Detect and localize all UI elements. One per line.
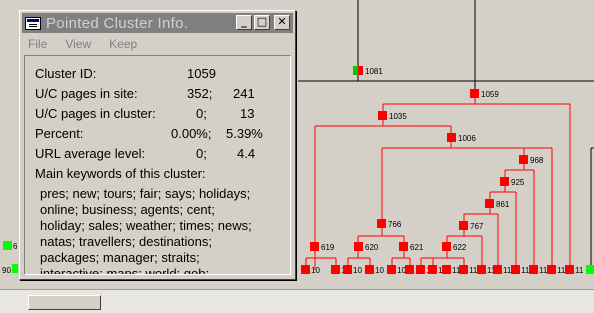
keywords-line-1: pres; new; tours; fair; says; holidays; bbox=[40, 186, 251, 201]
pages-site-label: U/C pages in site: bbox=[35, 86, 138, 101]
node-620[interactable]: 620 bbox=[354, 242, 379, 252]
leaf-label: 10 bbox=[311, 266, 320, 275]
url-level-c: 4.4 bbox=[237, 146, 256, 161]
minimize-button[interactable]: _ bbox=[236, 15, 252, 30]
leaf-node[interactable]: 11 bbox=[442, 265, 461, 275]
svg-text:766: 766 bbox=[388, 220, 402, 229]
svg-text:767: 767 bbox=[470, 222, 484, 231]
cluster-tree-edges bbox=[305, 94, 571, 270]
leaf-label: 11 bbox=[575, 266, 584, 275]
pages-site-c: 241 bbox=[233, 86, 255, 101]
node-861[interactable]: 861 bbox=[485, 199, 510, 209]
svg-text:621: 621 bbox=[410, 243, 424, 252]
leaf-node[interactable]: 11 bbox=[565, 265, 584, 275]
pages-cluster-row: U/C pages in cluster: 0; 13 bbox=[35, 106, 290, 126]
url-level-label: URL average level: bbox=[35, 146, 146, 161]
cluster-id-row: Cluster ID: 1059 bbox=[35, 66, 290, 86]
right-edge-node[interactable] bbox=[586, 265, 594, 274]
leaf-label: 10 bbox=[353, 266, 362, 275]
keywords-line-4: natas; travellers; destinations; bbox=[40, 234, 212, 249]
svg-text:6: 6 bbox=[13, 242, 18, 251]
node-621[interactable]: 621 bbox=[399, 242, 424, 252]
node-968[interactable]: 968 bbox=[519, 155, 544, 165]
node-925[interactable]: 925 bbox=[500, 177, 525, 187]
keywords-line-3: holiday; sales; weather; times; news; bbox=[40, 218, 252, 233]
left-node-a[interactable]: 6 bbox=[3, 241, 18, 251]
keywords-line-2: online; business; agents; cent; bbox=[40, 202, 215, 217]
leaf-label: 11 bbox=[539, 266, 548, 275]
window-title: Pointed Cluster Info. bbox=[46, 14, 189, 32]
close-button[interactable]: ✕ bbox=[274, 15, 290, 30]
leaf-node[interactable]: 10 bbox=[301, 265, 320, 275]
node-1006[interactable]: 1006 bbox=[447, 133, 476, 143]
leaf-label: 11 bbox=[557, 266, 566, 275]
percent-row: Percent: 0.00%; 5.39% bbox=[35, 126, 290, 146]
node-619[interactable]: 619 bbox=[310, 242, 335, 252]
menu-file[interactable]: File bbox=[28, 37, 47, 51]
window-controls: _ □ ✕ bbox=[236, 15, 290, 30]
percent-u: 0.00%; bbox=[171, 126, 212, 141]
pages-site-row: U/C pages in site: 352; 241 bbox=[35, 86, 290, 106]
menu-bar: File View Keep bbox=[22, 35, 293, 53]
leaf-node[interactable]: 10 bbox=[365, 265, 384, 275]
svg-text:1081: 1081 bbox=[365, 67, 383, 76]
svg-text:1006: 1006 bbox=[458, 134, 476, 143]
node-766[interactable]: 766 bbox=[377, 219, 402, 229]
horizontal-scrollbar[interactable] bbox=[0, 289, 594, 313]
info-panel: Cluster ID: 1059 U/C pages in site: 352;… bbox=[24, 55, 291, 275]
cluster-id-label: Cluster ID: bbox=[35, 66, 97, 81]
svg-text:1035: 1035 bbox=[389, 112, 407, 121]
url-level-row: URL average level: 0; 4.4 bbox=[35, 146, 290, 166]
leaf-node[interactable]: 10 bbox=[343, 265, 362, 275]
node-1081[interactable]: 1081 bbox=[353, 66, 383, 76]
title-bar[interactable]: Pointed Cluster Info. _ □ ✕ bbox=[22, 13, 293, 33]
node-622[interactable]: 622 bbox=[442, 242, 467, 252]
cluster-id-value: 1059 bbox=[187, 66, 216, 81]
leaf-row: 10101010101011111111111111111111 bbox=[301, 265, 584, 275]
leaf-label: 11 bbox=[469, 266, 478, 275]
leaf-label: 11 bbox=[503, 266, 512, 275]
scrollbar-thumb[interactable] bbox=[28, 295, 101, 310]
leaf-label: 10 bbox=[375, 266, 384, 275]
leaf-node[interactable]: 11 bbox=[529, 265, 548, 275]
keywords-line-6: interactive; maps; world; gob; bbox=[40, 266, 210, 275]
percent-label: Percent: bbox=[35, 126, 84, 141]
node-1035[interactable]: 1035 bbox=[378, 111, 407, 121]
leaf-node[interactable]: 11 bbox=[459, 265, 478, 275]
leaf-node[interactable]: 11 bbox=[547, 265, 566, 275]
svg-text:925: 925 bbox=[511, 178, 525, 187]
left-node-b[interactable]: 90 bbox=[2, 264, 18, 275]
pages-cluster-u: 0; bbox=[196, 106, 207, 121]
svg-text:90: 90 bbox=[2, 266, 11, 275]
keywords-heading: Main keywords of this cluster: bbox=[35, 166, 206, 181]
leaf-node[interactable]: 11 bbox=[493, 265, 512, 275]
menu-keep[interactable]: Keep bbox=[109, 37, 137, 51]
pages-cluster-label: U/C pages in cluster: bbox=[35, 106, 156, 121]
svg-text:861: 861 bbox=[496, 200, 510, 209]
url-level-u: 0; bbox=[196, 146, 207, 161]
pages-cluster-c: 13 bbox=[240, 106, 255, 121]
svg-text:968: 968 bbox=[530, 156, 544, 165]
svg-text:619: 619 bbox=[321, 243, 335, 252]
leaf-label: 11 bbox=[521, 266, 530, 275]
svg-text:622: 622 bbox=[453, 243, 467, 252]
pages-site-u: 352; bbox=[187, 86, 213, 101]
node-1059[interactable]: 1059 bbox=[470, 89, 499, 99]
maximize-button[interactable]: □ bbox=[254, 15, 270, 30]
menu-view[interactable]: View bbox=[65, 37, 91, 51]
window-icon[interactable] bbox=[25, 16, 41, 30]
upper-tree-edges bbox=[298, 0, 594, 270]
percent-c: 5.39% bbox=[226, 126, 263, 141]
svg-text:1059: 1059 bbox=[481, 90, 499, 99]
cluster-info-window[interactable]: Pointed Cluster Info. _ □ ✕ File View Ke… bbox=[19, 10, 296, 280]
svg-text:620: 620 bbox=[365, 243, 379, 252]
node-767[interactable]: 767 bbox=[459, 221, 484, 231]
leaf-node[interactable]: 11 bbox=[511, 265, 530, 275]
leaf-node[interactable]: 10 bbox=[387, 265, 406, 275]
keywords-line-5: packages; manager; straits; bbox=[40, 250, 200, 265]
